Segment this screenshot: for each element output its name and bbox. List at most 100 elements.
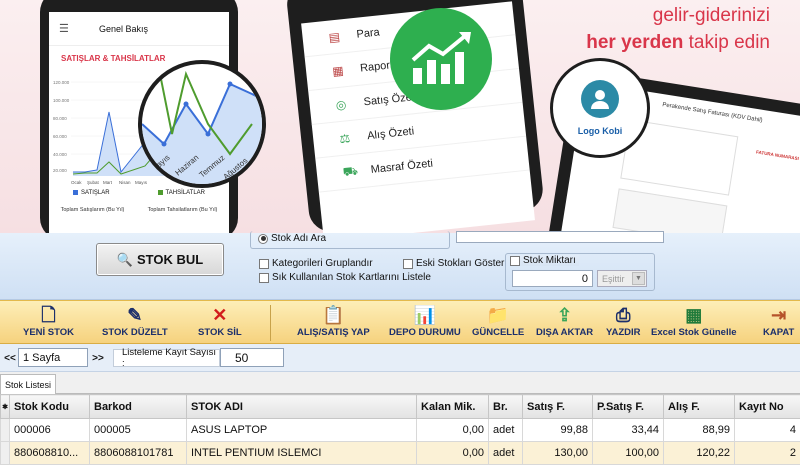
invoice-header: Perakende Satış Faturası (KDV Dahil): [661, 102, 763, 124]
cell-kayit-no[interactable]: 2: [734, 441, 800, 465]
column-header[interactable]: P.Satış F.: [592, 394, 664, 419]
coins-icon: ◎: [335, 96, 347, 112]
month-label: Şubat: [87, 180, 100, 185]
stok-miktari-input[interactable]: 0: [512, 270, 593, 287]
cell-kalan-mik[interactable]: 0,00: [416, 418, 489, 442]
app-bar: ☰ Genel Bakış: [49, 12, 229, 46]
table-header-row: ✱ Stok Kodu Barkod STOK ADI Kalan Mik. B…: [0, 394, 800, 419]
sik-kullanilan-checkbox[interactable]: Sık Kullanılan Stok Kartlarını Listele: [259, 272, 431, 283]
y-tick: 100.000: [53, 98, 70, 103]
yazdir-button[interactable]: ⎙ YAZDIR: [606, 303, 641, 338]
table-row[interactable]: 880608810... 8806088101781 INTEL PENTIUM…: [0, 441, 800, 465]
month-label: Ocak: [71, 180, 82, 185]
cell-p-satis-f[interactable]: 33,44: [592, 418, 664, 442]
kategorileri-gruplandir-checkbox[interactable]: Kategorileri Gruplandır: [259, 258, 373, 269]
cell-barkod[interactable]: 000005: [89, 418, 187, 442]
total-collections-label: Toplam Tahsilatlarım (Bu Yıl): [147, 207, 218, 213]
cell-birim[interactable]: adet: [488, 418, 523, 442]
compare-select[interactable]: Eşittir ▼: [597, 270, 647, 287]
cell-birim[interactable]: adet: [488, 441, 523, 465]
cell-stok-kodu[interactable]: 000006: [9, 418, 90, 442]
search-text-input[interactable]: [456, 231, 664, 243]
cart-icon: ⛟: [342, 162, 359, 179]
slogan: gelir-giderinizi her yerden takip edin: [586, 2, 770, 56]
column-header[interactable]: Stok Kodu: [9, 394, 90, 419]
logo-label: Logo Kobi: [577, 126, 623, 136]
slogan-line1: gelir-giderinizi: [652, 5, 770, 26]
column-header[interactable]: Barkod: [89, 394, 187, 419]
cell-p-satis-f[interactable]: 100,00: [592, 441, 664, 465]
totals-row: Toplam Satışlarım (Bu Yıl) Toplam Tahsil…: [49, 207, 229, 213]
new-document-icon: 🗋: [41, 305, 56, 325]
page-select[interactable]: 1 Sayfa: [18, 348, 88, 367]
folder-refresh-icon: 📁: [486, 305, 510, 325]
clipboard-icon: 📋: [322, 305, 345, 325]
cell-stok-adi[interactable]: ASUS LAPTOP: [186, 418, 417, 442]
column-header[interactable]: Satış F.: [522, 394, 593, 419]
magnified-chart: Mayıs Haziran Temmuz Ağustos: [142, 64, 262, 184]
disa-aktar-button[interactable]: ⇪ DIŞA AKTAR: [536, 303, 593, 338]
month-label: Mart: [103, 180, 113, 185]
y-tick: 120.000: [53, 80, 70, 85]
cell-alis-f[interactable]: 88,99: [663, 418, 735, 442]
chevron-down-icon: ▼: [632, 272, 645, 285]
cell-kayit-no[interactable]: 4: [734, 418, 800, 442]
guncelle-button[interactable]: 📁 GÜNCELLE: [472, 303, 524, 338]
edit-document-icon: ✎: [127, 305, 143, 325]
slogan-line2: her yerden takip edin: [586, 32, 770, 53]
stok-duzelt-button[interactable]: ✎ STOK DÜZELT: [102, 303, 168, 338]
row-indicator[interactable]: [0, 418, 10, 442]
cell-stok-adi[interactable]: INTEL PENTIUM ISLEMCI: [186, 441, 417, 465]
exit-icon: ⇥: [771, 305, 787, 325]
pager-bar: << 1 Sayfa >> Listeleme Kayıt Sayısı : 5…: [0, 344, 800, 372]
month-label: Mayıs: [135, 180, 148, 185]
stok-sil-button[interactable]: ✕ STOK SİL: [198, 303, 242, 338]
row-indicator[interactable]: [0, 441, 10, 465]
y-tick: 60.000: [53, 134, 67, 139]
user-avatar-icon: [581, 80, 619, 118]
excel-icon: ▦: [685, 305, 703, 325]
cell-satis-f[interactable]: 99,88: [522, 418, 593, 442]
export-icon: ⇪: [557, 305, 573, 325]
cell-satis-f[interactable]: 130,00: [522, 441, 593, 465]
wallet-icon: ▤: [327, 29, 341, 45]
warehouse-chart-icon: 📊: [413, 305, 437, 325]
column-header[interactable]: Kalan Mik.: [416, 394, 489, 419]
y-tick: 80.000: [53, 116, 67, 121]
invoice-number-label: FATURA NUMARASI: [755, 149, 800, 162]
table-row[interactable]: 000006 000005 ASUS LAPTOP 0,00 adet 99,8…: [0, 418, 800, 442]
yeni-stok-button[interactable]: 🗋 YENİ STOK: [23, 303, 74, 338]
column-header[interactable]: Br.: [488, 394, 523, 419]
alis-satis-yap-button[interactable]: 📋 ALIŞ/SATIŞ YAP: [297, 303, 370, 338]
column-header[interactable]: STOK ADI: [186, 394, 417, 419]
stock-grid: ✱ Stok Kodu Barkod STOK ADI Kalan Mik. B…: [0, 394, 800, 467]
cell-stok-kodu[interactable]: 880608810...: [9, 441, 90, 465]
logo-kobi-badge: Logo Kobi: [550, 58, 650, 158]
row-indicator-header: ✱: [0, 394, 10, 419]
month-label: Nisan: [119, 180, 131, 185]
report-icon: ▦: [331, 62, 345, 78]
total-sales-label: Toplam Satışlarım (Bu Yıl): [60, 207, 125, 213]
column-header[interactable]: Kayıt No: [734, 394, 800, 419]
legend-sales: SATIŞLAR: [73, 190, 110, 196]
stok-bul-button[interactable]: 🔍 STOK BUL: [96, 243, 224, 276]
cell-kalan-mik[interactable]: 0,00: [416, 441, 489, 465]
legend-collections: TAHSİLATLAR: [158, 190, 205, 196]
excel-stok-gunelle-button[interactable]: ▦ Excel Stok Günelle: [651, 303, 737, 338]
next-page-button[interactable]: >>: [88, 349, 108, 367]
tab-stok-listesi[interactable]: Stok Listesi: [0, 374, 56, 394]
stok-miktari-checkbox[interactable]: Stok Miktarı: [510, 255, 579, 266]
y-tick: 40.000: [53, 152, 67, 157]
first-page-button[interactable]: <<: [0, 349, 20, 367]
eski-stoklari-goster-checkbox[interactable]: Eski Stokları Göster: [403, 258, 504, 269]
promo-banner: ☰ Genel Bakış SATIŞLAR & TAHSİLATLAR 120…: [0, 0, 800, 233]
column-header[interactable]: Alış F.: [663, 394, 735, 419]
cell-barkod[interactable]: 8806088101781: [89, 441, 187, 465]
growth-chart-icon: [390, 8, 492, 110]
cell-alis-f[interactable]: 120,22: [663, 441, 735, 465]
delete-icon: ✕: [212, 305, 228, 325]
kapat-button[interactable]: ⇥ KAPAT: [763, 303, 794, 338]
record-count-input[interactable]: 50: [220, 348, 284, 367]
depo-durumu-button[interactable]: 📊 DEPO DURUMU: [389, 303, 461, 338]
toolbar-separator: [270, 305, 271, 341]
